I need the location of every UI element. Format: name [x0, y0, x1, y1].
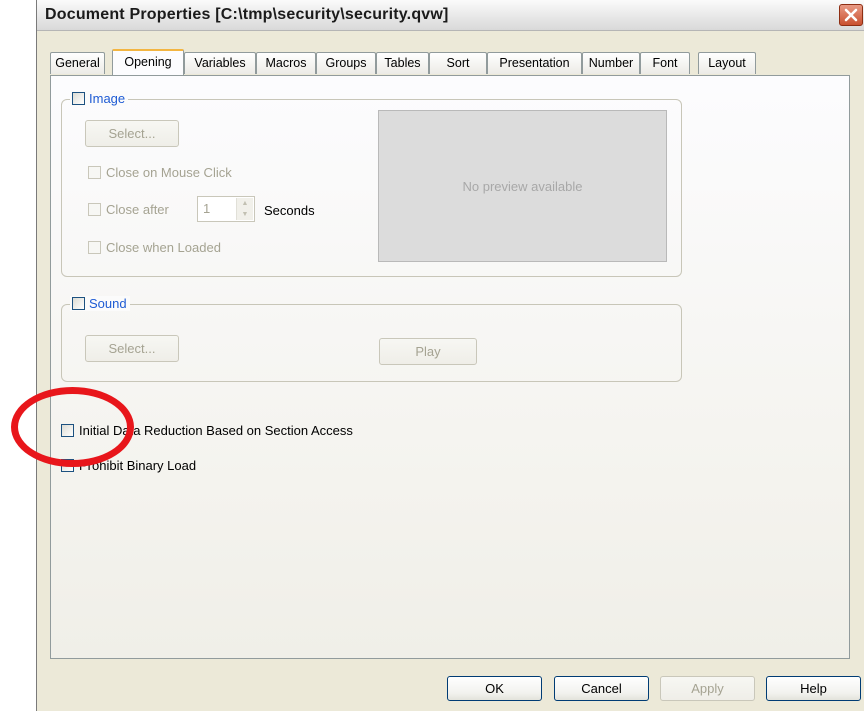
sound-checkbox[interactable] [72, 297, 85, 310]
help-button[interactable]: Help [766, 676, 861, 701]
highlight-circle-annotation [11, 387, 134, 467]
close-on-mouse-click-row[interactable]: Close on Mouse Click [88, 165, 232, 180]
tab-groups[interactable]: Groups [316, 52, 376, 74]
tab-font[interactable]: Font [640, 52, 690, 74]
close-on-mouse-click-checkbox[interactable] [88, 166, 101, 179]
seconds-label-row: Seconds [264, 203, 315, 218]
close-when-loaded-row[interactable]: Close when Loaded [88, 240, 221, 255]
title-bar[interactable]: Document Properties [C:\tmp\security\sec… [37, 0, 864, 31]
image-select-button[interactable]: Select... [85, 120, 179, 147]
image-group-header: Image [70, 91, 129, 106]
spin-down-icon[interactable]: ▼ [237, 209, 253, 220]
image-checkbox[interactable] [72, 92, 85, 105]
tab-sort[interactable]: Sort [429, 52, 487, 74]
spin-up-icon[interactable]: ▲ [237, 198, 253, 209]
sound-group-header: Sound [70, 296, 130, 311]
close-when-loaded-checkbox[interactable] [88, 241, 101, 254]
tab-presentation[interactable]: Presentation [487, 52, 582, 74]
sound-checkbox-label[interactable]: Sound [89, 296, 127, 311]
image-checkbox-label[interactable]: Image [89, 91, 125, 106]
close-when-loaded-label: Close when Loaded [106, 240, 221, 255]
close-button[interactable] [839, 4, 863, 26]
close-after-seconds-value: 1 [203, 201, 211, 216]
close-after-row[interactable]: Close after [88, 202, 169, 217]
tab-number[interactable]: Number [582, 52, 640, 74]
tab-tables[interactable]: Tables [376, 52, 429, 74]
play-button[interactable]: Play [379, 338, 477, 365]
close-after-seconds-spinner[interactable]: 1 ▲ ▼ [197, 196, 255, 222]
cancel-button[interactable]: Cancel [554, 676, 649, 701]
tab-variables[interactable]: Variables [184, 52, 256, 74]
apply-button[interactable]: Apply [660, 676, 755, 701]
tab-opening[interactable]: Opening [112, 49, 184, 75]
window-title: Document Properties [C:\tmp\security\sec… [45, 6, 449, 23]
image-preview: No preview available [378, 110, 667, 262]
close-icon [844, 8, 858, 22]
sound-select-button[interactable]: Select... [85, 335, 179, 362]
close-on-mouse-click-label: Close on Mouse Click [106, 165, 232, 180]
close-after-checkbox[interactable] [88, 203, 101, 216]
document-properties-dialog: Document Properties [C:\tmp\security\sec… [36, 0, 864, 711]
close-after-label: Close after [106, 202, 169, 217]
spinner-arrows: ▲ ▼ [236, 198, 253, 220]
seconds-label: Seconds [264, 203, 315, 218]
tab-macros[interactable]: Macros [256, 52, 316, 74]
tab-general[interactable]: General [50, 52, 105, 74]
tab-layout[interactable]: Layout [698, 52, 756, 74]
ok-button[interactable]: OK [447, 676, 542, 701]
